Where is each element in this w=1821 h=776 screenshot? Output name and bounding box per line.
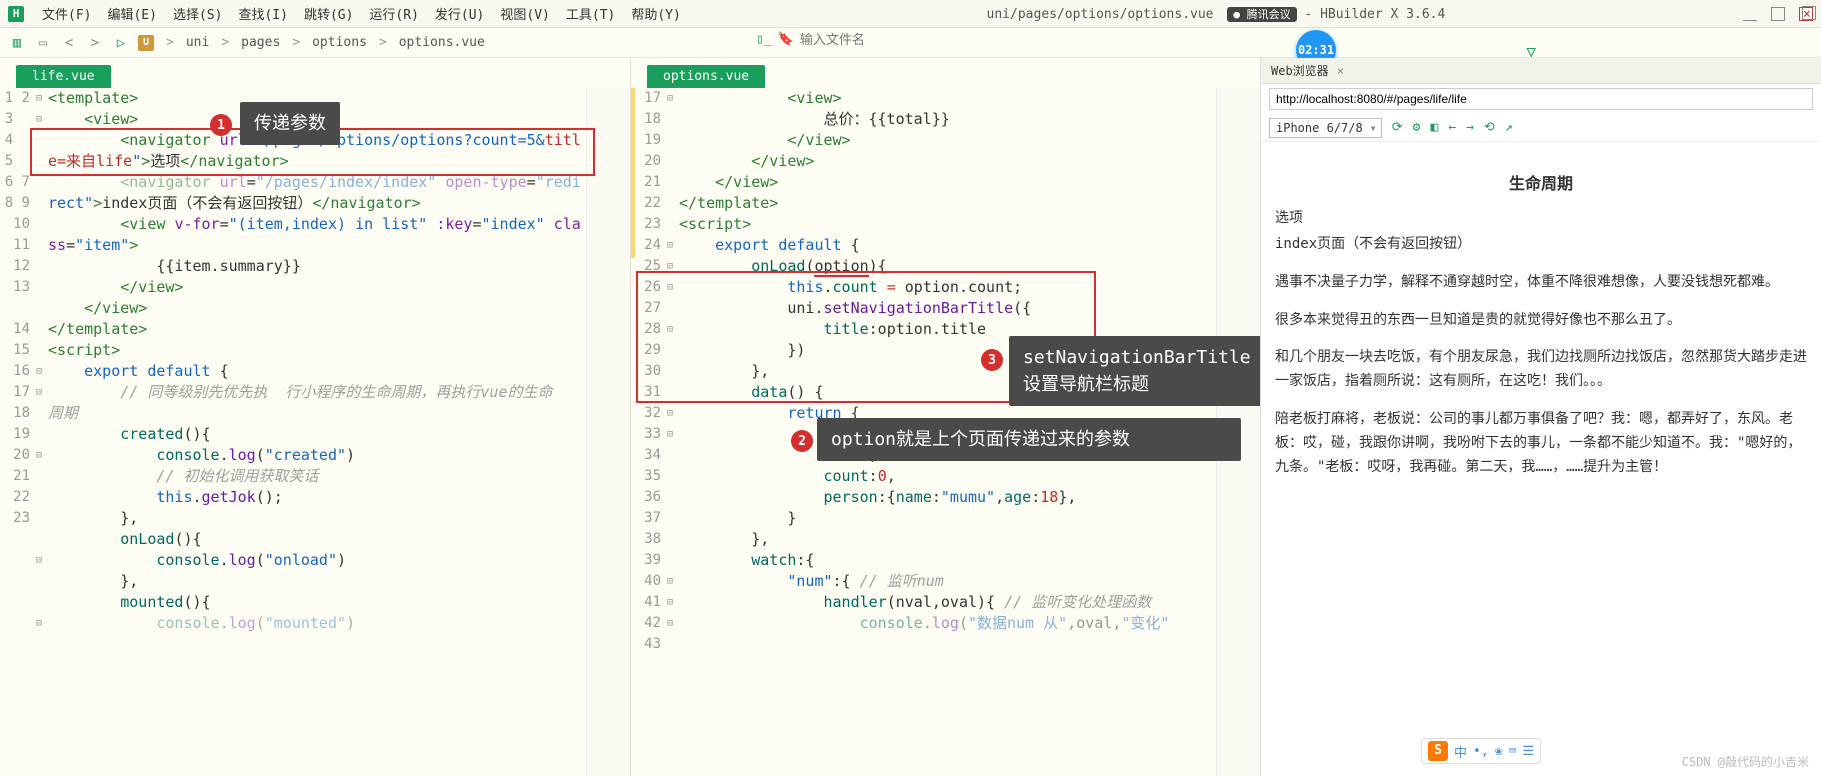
preview-para-1: 遇事不决量子力学，解释不通穿越时空，体重不降很难想像，人要没钱想死都难。 (1275, 271, 1807, 295)
menu-select[interactable]: 选择(S) (165, 4, 230, 23)
crumb-sep: > (166, 35, 174, 50)
tencent-meeting-badge: ● 腾讯会议 (1227, 7, 1296, 22)
app-logo: H (8, 6, 24, 22)
external-icon[interactable]: ↗ (1505, 120, 1513, 135)
browser-tab[interactable]: Web浏览器 × (1261, 58, 1821, 84)
callout-3-line2: 设置导航栏标题 (1023, 374, 1149, 395)
preview-area[interactable]: 生命周期 选项 index页面（不会有返回按钮） 遇事不决量子力学，解释不通穿越… (1261, 142, 1821, 776)
forward-nav-icon[interactable]: → (1466, 120, 1474, 135)
maximize-icon[interactable] (1771, 7, 1785, 21)
fold-gutter[interactable]: ⊟ ⊟ ⊟ ⊟ ⊟ ⊟ ⊟ ⊟ ⊟ ⊟ (667, 88, 679, 655)
line-gutter: 1 2 3 4 5 6 7 8 9 10 11 12 13 14 15 16 1… (0, 88, 36, 529)
menu-goto[interactable]: 跳转(G) (296, 4, 361, 23)
menu-publish[interactable]: 发行(U) (427, 4, 492, 23)
close-tab-icon[interactable]: × (1337, 64, 1344, 78)
tab-bar-right: options.vue (631, 58, 1260, 88)
preview-link-2[interactable]: index页面（不会有返回按钮） (1275, 233, 1807, 257)
url-input[interactable] (1269, 88, 1813, 110)
title-app: - HBuilder X 3.6.4 (1304, 7, 1445, 22)
title-path: uni/pages/options/options.vue (987, 7, 1214, 22)
file-search[interactable]: ▯_ 🔖 (756, 32, 920, 47)
preview-para-3: 和几个朋友一块去吃饭，有个朋友尿急，我们边找厕所边找饭店，忽然那货大踏步走进一家… (1275, 346, 1807, 394)
tab-bar-left: life.vue (0, 58, 630, 88)
refresh-icon[interactable]: ⟲ (1484, 120, 1495, 135)
crumb-sep: > (292, 35, 300, 50)
device-select[interactable]: iPhone 6/7/8 (1269, 118, 1382, 138)
line-gutter: 17 18 19 20 21 22 23 24 25 26 27 28 29 3… (631, 88, 667, 655)
back-nav-icon[interactable]: ← (1448, 120, 1456, 135)
callout-1-label: 传递参数 (240, 102, 340, 145)
bookmark-icon[interactable]: 🔖 (778, 32, 794, 47)
menu-help[interactable]: 帮助(Y) (623, 4, 688, 23)
minimize-icon[interactable] (1743, 7, 1757, 21)
menu-run[interactable]: 运行(R) (361, 4, 426, 23)
sidebar-toggle-icon[interactable]: ▥ (8, 34, 26, 52)
tab-life-vue[interactable]: life.vue (16, 65, 111, 88)
crumb-options[interactable]: options (312, 35, 367, 50)
ime-skin[interactable]: ❀ (1495, 744, 1503, 759)
menu-file[interactable]: 文件(F) (34, 4, 99, 23)
menu-view[interactable]: 视图(V) (492, 4, 557, 23)
fold-gutter[interactable]: ⊟ ⊟ ⊟ ⊟ ⊟ ⊟ ⊟ (36, 88, 48, 655)
menu-tools[interactable]: 工具(T) (558, 4, 623, 23)
callout-3-label: setNavigationBarTitle 设置导航栏标题 (1009, 336, 1260, 406)
file-icon[interactable]: ▭ (34, 34, 52, 52)
callout-2-label: option就是上个页面传递过来的参数 (817, 418, 1241, 461)
callout-1-badge: 1 (210, 114, 232, 136)
minimap-left[interactable] (586, 88, 630, 776)
preview-para-4: 陪老板打麻将，老板说：公司的事儿都万事俱备了吧？我：嗯，都弄好了，东风。老板：哎… (1275, 408, 1807, 479)
code-lines[interactable]: <template> <view> <navigator url="/pages… (48, 88, 580, 634)
sogou-logo-icon: S (1428, 741, 1448, 761)
run-icon[interactable]: ▷ (112, 34, 130, 52)
editor-left: life.vue 1 2 3 4 5 6 7 8 9 10 11 12 13 1… (0, 58, 630, 776)
back-icon[interactable]: < (60, 34, 78, 52)
window-controls: × (1743, 7, 1813, 21)
preview-para-2: 很多本来觉得丑的东西一旦知道是贵的就觉得好像也不那么丑了。 (1275, 309, 1807, 333)
address-bar (1261, 84, 1821, 114)
tab-options-vue[interactable]: options.vue (647, 65, 765, 88)
menubar: H 文件(F) 编辑(E) 选择(S) 查找(I) 跳转(G) 运行(R) 发行… (0, 0, 1821, 28)
browser-pane: Web浏览器 × iPhone 6/7/8 ⟳ ⚙ ◧ ← → ⟲ ↗ 生命周期… (1260, 58, 1821, 776)
crumb-pages[interactable]: pages (241, 35, 280, 50)
terminal-icon[interactable]: ▯_ (756, 32, 772, 47)
preview-link-1[interactable]: 选项 (1275, 207, 1807, 231)
crumb-sep: > (379, 35, 387, 50)
close-icon[interactable]: × (1799, 7, 1813, 21)
callout-3-badge: 3 (981, 349, 1003, 371)
workspace: life.vue 1 2 3 4 5 6 7 8 9 10 11 12 13 1… (0, 58, 1821, 776)
ime-lang[interactable]: 中 (1454, 742, 1467, 761)
crumb-uni[interactable]: uni (186, 35, 209, 50)
crumb-sep: > (221, 35, 229, 50)
dock-icon[interactable]: ◧ (1430, 120, 1438, 135)
callout-2-badge: 2 (791, 430, 813, 452)
ime-menu[interactable]: ☰ (1522, 744, 1534, 759)
menu-edit[interactable]: 编辑(E) (99, 4, 164, 23)
project-logo: U (138, 35, 154, 51)
crumb-file[interactable]: options.vue (399, 35, 485, 50)
watermark: CSDN @敲代码的小吉米 (1682, 753, 1809, 770)
device-toolbar: iPhone 6/7/8 ⟳ ⚙ ◧ ← → ⟲ ↗ (1261, 114, 1821, 142)
editor-right: options.vue 17 18 19 20 21 22 23 24 25 2… (630, 58, 1260, 776)
ime-keyboard[interactable]: ⌨ (1509, 744, 1517, 759)
settings-icon[interactable]: ⚙ (1413, 120, 1421, 135)
ime-punct[interactable]: •, (1473, 744, 1489, 759)
browser-tab-label: Web浏览器 (1271, 62, 1329, 79)
rotate-icon[interactable]: ⟳ (1392, 120, 1403, 135)
file-search-input[interactable] (800, 32, 920, 47)
preview-title: 生命周期 (1275, 170, 1807, 197)
window-title: uni/pages/options/options.vue ● 腾讯会议 - H… (689, 6, 1743, 22)
forward-icon[interactable]: > (86, 34, 104, 52)
menu-find[interactable]: 查找(I) (230, 4, 295, 23)
sogou-ime-bar[interactable]: S 中 •, ❀ ⌨ ☰ (1421, 738, 1541, 764)
code-area-left[interactable]: 1 2 3 4 5 6 7 8 9 10 11 12 13 14 15 16 1… (0, 88, 630, 776)
callout-3-line1: setNavigationBarTitle (1023, 347, 1251, 368)
